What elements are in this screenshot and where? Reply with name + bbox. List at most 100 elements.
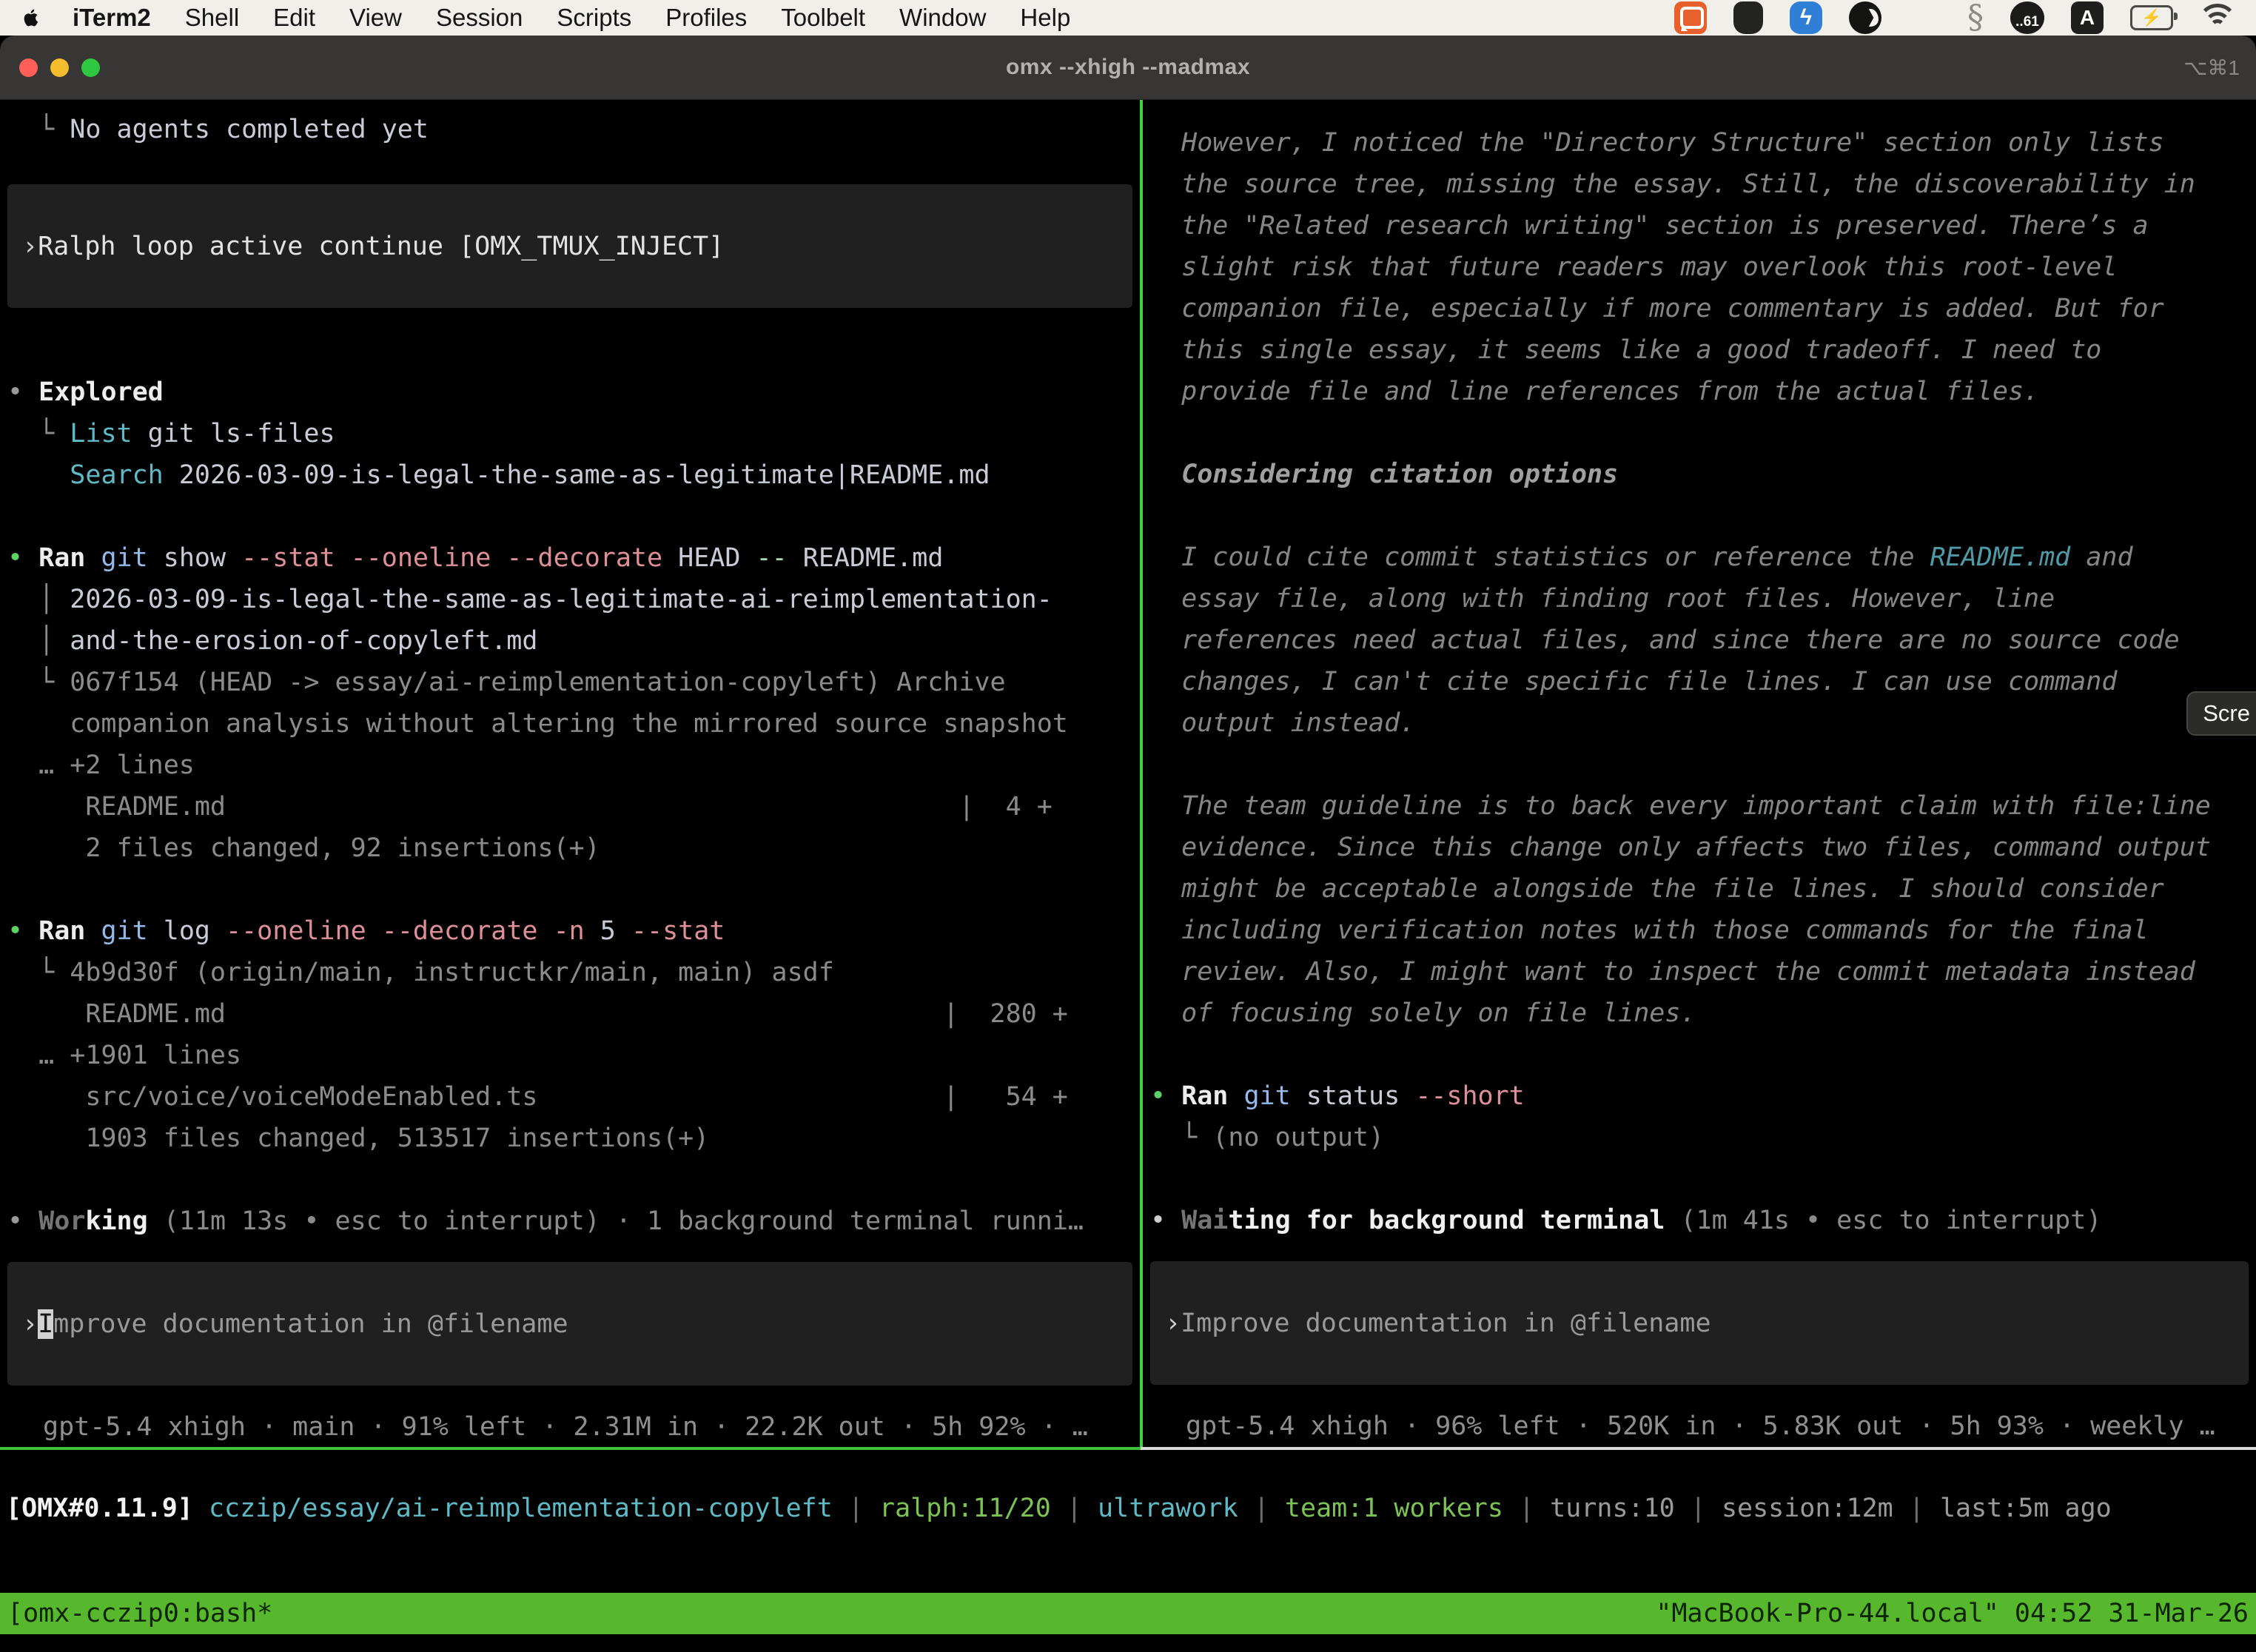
input-placeholder: Improve documentation in @filename — [1181, 1309, 1711, 1338]
terminal-line: └ List git ls-files — [7, 413, 1140, 454]
right-pane: However, I noticed the "Directory Struct… — [1143, 100, 2256, 1447]
window-shortcut: ⌥⌘1 — [2183, 56, 2240, 80]
terminal-line: • Ran git show --stat --oneline --decora… — [7, 537, 1140, 579]
terminal-line: • Ran git status --short — [1150, 1075, 2256, 1117]
terminal-line — [7, 496, 1140, 537]
terminal-line: 1903 files changed, 513517 insertions(+) — [7, 1118, 1140, 1159]
terminal-line: output instead. — [1150, 702, 2256, 744]
right-command-input[interactable]: › Improve documentation in @filename — [1150, 1261, 2249, 1385]
terminal-line: │ 2026-03-09-is-legal-the-same-as-legiti… — [7, 579, 1140, 620]
ralph-loop-input-box[interactable]: › Ralph loop active continue [OMX_TMUX_I… — [7, 184, 1132, 308]
right-pane-lines: However, I noticed the "Directory Struct… — [1150, 122, 2256, 1241]
terminal-panes: └ No agents completed yet › Ralph loop a… — [0, 100, 2256, 1447]
terminal-line — [1150, 1034, 2256, 1075]
prompt-chevron: › — [22, 1309, 38, 1339]
left-pane: └ No agents completed yet › Ralph loop a… — [0, 100, 1140, 1447]
wifi-icon[interactable] — [2200, 4, 2235, 32]
right-session-status: gpt-5.4 xhigh · 96% left · 520K in · 5.8… — [1150, 1406, 2256, 1447]
screen-tooltip: Scre — [2186, 691, 2256, 736]
terminal-line: changes, I can't cite specific file line… — [1150, 661, 2256, 702]
dark-crescent-icon[interactable] — [1849, 1, 1881, 34]
left-pane-top-lines: └ No agents completed yet — [7, 109, 1140, 150]
input-placeholder: mprove documentation in @filename — [53, 1309, 568, 1339]
window-title-bar: omx --xhigh --madmax ⌥⌘1 — [0, 36, 2256, 100]
badge-61-icon[interactable]: ..61 — [2010, 1, 2044, 34]
omx-status-line: [OMX#0.11.9] cczip/essay/ai-reimplementa… — [0, 1488, 2256, 1530]
terminal-line: • Working (11m 13s • esc to interrupt) ·… — [7, 1201, 1140, 1242]
terminal-line: … +2 lines — [7, 745, 1140, 786]
terminal-line: README.md | 4 + — [7, 786, 1140, 827]
menu-item-app[interactable]: iTerm2 — [73, 4, 151, 32]
terminal-line — [7, 1159, 1140, 1201]
terminal-line: However, I noticed the "Directory Struct… — [1150, 122, 2256, 164]
tmux-window-label[interactable]: [omx-cczip0:bash* — [7, 1599, 272, 1628]
terminal-line: companion file, especially if more comme… — [1150, 288, 2256, 329]
terminal-line: └ No agents completed yet — [7, 109, 1140, 150]
terminal-line: The team guideline is to back every impo… — [1150, 785, 2256, 827]
terminal-line: • Explored — [7, 372, 1140, 413]
prompt-chevron: › — [22, 232, 38, 261]
terminal-line: the source tree, missing the essay. Stil… — [1150, 164, 2256, 205]
section-icon[interactable]: § — [1967, 1, 1984, 34]
terminal-line: Considering citation options — [1150, 454, 2256, 495]
terminal-line: [OMX#0.11.9] cczip/essay/ai-reimplementa… — [6, 1488, 2256, 1529]
menu-item-toolbelt[interactable]: Toolbelt — [781, 4, 865, 32]
menu-item-shell[interactable]: Shell — [185, 4, 239, 32]
terminal-line: • Waiting for background terminal (1m 41… — [1150, 1200, 2256, 1241]
terminal-line: I could cite commit statistics or refere… — [1150, 537, 2256, 578]
terminal-line — [1150, 495, 2256, 537]
apple-menu-icon[interactable] — [21, 5, 43, 30]
terminal-line: evidence. Since this change only affects… — [1150, 827, 2256, 868]
messages-app-icon[interactable] — [1674, 1, 1707, 34]
terminal: └ No agents completed yet › Ralph loop a… — [0, 100, 2256, 1634]
menu-item-window[interactable]: Window — [899, 4, 986, 32]
terminal-line: references need actual files, and since … — [1150, 620, 2256, 661]
menu-item-scripts[interactable]: Scripts — [557, 4, 631, 32]
terminal-line: Search 2026-03-09-is-legal-the-same-as-l… — [7, 454, 1140, 496]
terminal-line: └ 4b9d30f (origin/main, instructkr/main,… — [7, 952, 1140, 993]
terminal-line — [1150, 744, 2256, 785]
terminal-line — [1150, 412, 2256, 454]
menu-item-help[interactable]: Help — [1020, 4, 1070, 32]
blue-badge-icon[interactable]: ϟ — [1790, 1, 1822, 34]
terminal-line: └ 067f154 (HEAD -> essay/ai-reimplementa… — [7, 662, 1140, 703]
left-pane-lines: • Explored └ List git ls-files Search 20… — [7, 372, 1140, 1242]
terminal-line: • Ran git log --oneline --decorate -n 5 … — [7, 910, 1140, 952]
terminal-line: slight risk that future readers may over… — [1150, 246, 2256, 288]
terminal-line: … +1901 lines — [7, 1035, 1140, 1076]
terminal-line: including verification notes with those … — [1150, 910, 2256, 951]
menu-item-profiles[interactable]: Profiles — [665, 4, 747, 32]
terminal-line: │ and-the-erosion-of-copyleft.md — [7, 620, 1140, 662]
dots-grid-icon[interactable] — [1908, 1, 1941, 34]
terminal-line — [7, 869, 1140, 910]
menu-item-session[interactable]: Session — [436, 4, 523, 32]
window-title: omx --xhigh --madmax — [0, 55, 2256, 80]
left-command-input[interactable]: › Improve documentation in @filename — [7, 1262, 1132, 1386]
horizontal-separator — [0, 1447, 2256, 1450]
battery-icon[interactable]: ⚡ — [2130, 5, 2173, 30]
terminal-line: 2 files changed, 92 insertions(+) — [7, 827, 1140, 869]
terminal-line: provide file and line references from th… — [1150, 371, 2256, 412]
terminal-line — [1150, 1158, 2256, 1200]
text-cursor: I — [38, 1309, 53, 1339]
tmux-status-bar: [omx-cczip0:bash* "MacBook-Pro-44.local"… — [0, 1593, 2256, 1634]
terminal-line: might be acceptable alongside the file l… — [1150, 868, 2256, 910]
menu-item-view[interactable]: View — [349, 4, 402, 32]
menu-status-icons: ϟ § ..61 A ⚡ — [1674, 1, 2235, 34]
left-session-status: gpt-5.4 xhigh · main · 91% left · 2.31M … — [7, 1406, 1140, 1447]
terminal-line: └ (no output) — [1150, 1117, 2256, 1158]
menu-items: iTerm2 Shell Edit View Session Scripts Profil… — [73, 4, 1070, 32]
tmux-host-clock: "MacBook-Pro-44.local" 04:52 31-Mar-26 — [1656, 1599, 2249, 1628]
terminal-line: README.md | 280 + — [7, 993, 1140, 1035]
terminal-line: the "Related research writing" section i… — [1150, 205, 2256, 246]
terminal-line: companion analysis without altering the … — [7, 703, 1140, 745]
prompt-chevron: › — [1165, 1309, 1181, 1338]
terminal-line: of focusing solely on file lines. — [1150, 993, 2256, 1034]
menu-bar: iTerm2 Shell Edit View Session Scripts Profil… — [0, 0, 2256, 36]
terminal-line: src/voice/voiceModeEnabled.ts | 54 + — [7, 1076, 1140, 1118]
menu-item-edit[interactable]: Edit — [273, 4, 315, 32]
assistant-a-icon[interactable]: A — [2071, 1, 2104, 34]
keypad-shield-icon[interactable] — [1733, 1, 1763, 34]
terminal-line: essay file, along with finding root file… — [1150, 578, 2256, 620]
ralph-loop-text: Ralph loop active continue [OMX_TMUX_INJ… — [38, 232, 724, 261]
